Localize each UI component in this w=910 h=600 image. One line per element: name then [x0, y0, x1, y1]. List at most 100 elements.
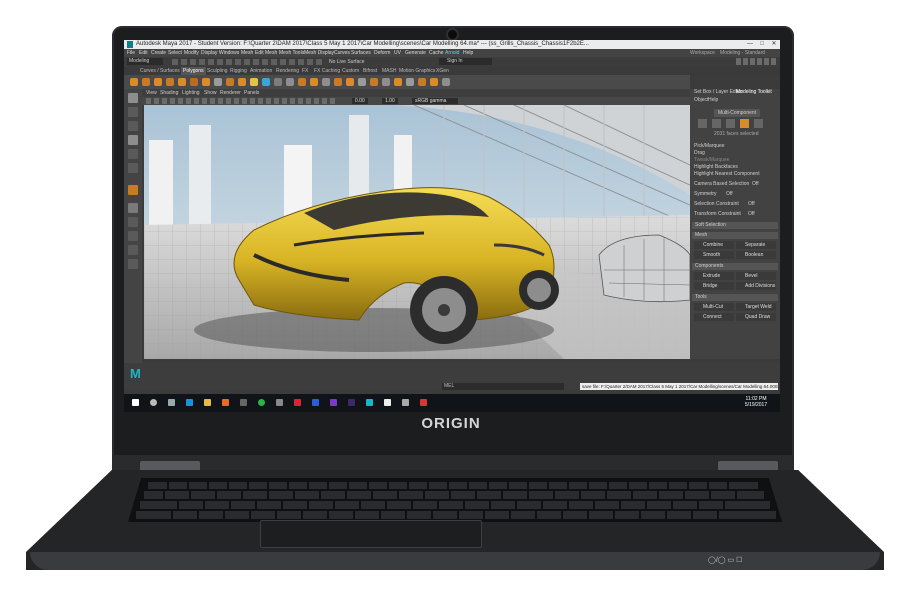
status-line-tools[interactable] — [172, 59, 322, 65]
acrobat-icon[interactable] — [294, 399, 301, 406]
after-effects-icon[interactable] — [348, 399, 355, 406]
task-view-icon[interactable] — [168, 399, 175, 406]
extrude-icon[interactable] — [322, 78, 330, 86]
windows-start-icon[interactable] — [132, 399, 139, 406]
photoshop-icon[interactable] — [312, 399, 319, 406]
shelf-tab-sculpting[interactable]: Sculpting — [207, 67, 228, 75]
shelf-tab-custom[interactable]: Custom — [342, 67, 359, 75]
separate-button[interactable]: Separate — [736, 241, 776, 249]
target-weld-button[interactable]: Target Weld — [736, 303, 776, 311]
touchpad[interactable] — [260, 520, 482, 548]
exposure-field[interactable]: 0.00 — [352, 98, 368, 104]
keyboard[interactable] — [128, 478, 782, 522]
render-view-icon[interactable] — [128, 185, 138, 195]
object-mode-icon[interactable] — [698, 119, 707, 128]
combine-button[interactable]: Combine — [694, 241, 734, 249]
platonic-icon[interactable] — [214, 78, 222, 86]
live-surface-field[interactable]: No Live Surface — [329, 58, 365, 66]
outliner-icon[interactable] — [128, 259, 138, 269]
menu-surfaces[interactable]: Surfaces — [351, 49, 371, 57]
edge-icon[interactable] — [186, 399, 193, 406]
menu-arnold[interactable]: Arnold — [445, 49, 459, 57]
connect-button[interactable]: Connect — [694, 313, 734, 321]
shelf-tab-polygons[interactable]: Polygons — [181, 67, 206, 75]
single-perspective-layout-icon[interactable] — [128, 203, 138, 213]
add-divisions-button[interactable]: Add Divisions — [736, 282, 776, 290]
shelf-tab-motion-graphics[interactable]: Motion Graphics — [399, 67, 435, 75]
viewport-menu-view[interactable]: View — [146, 89, 157, 97]
multi-component-button[interactable]: Multi-Component — [714, 109, 761, 117]
highlight-backfaces-checkbox[interactable]: Highlight Backfaces — [694, 164, 738, 170]
viewport-menu-show[interactable]: Show — [204, 89, 217, 97]
move-tool-icon[interactable] — [128, 135, 138, 145]
separate-icon[interactable] — [286, 78, 294, 86]
smooth-icon[interactable] — [298, 78, 306, 86]
quad-draw-icon[interactable] — [406, 78, 414, 86]
menu-modify[interactable]: Modify — [184, 49, 199, 57]
menu-display[interactable]: Display — [201, 49, 217, 57]
panel-toggle-icons[interactable] — [736, 58, 776, 65]
append-icon[interactable] — [358, 78, 366, 86]
quad-draw-button[interactable]: Quad Draw — [736, 313, 776, 321]
menu-cache[interactable]: Cache — [429, 49, 443, 57]
premiere-icon[interactable] — [330, 399, 337, 406]
sphere-icon[interactable] — [130, 78, 138, 86]
rotate-tool-icon[interactable] — [128, 149, 138, 159]
app-red-icon[interactable] — [420, 399, 427, 406]
viewport-toolbar-icons[interactable] — [146, 98, 336, 104]
taskbar-clock[interactable]: 11:02 PM 5/19/2017 — [736, 396, 776, 408]
extrude-button[interactable]: Extrude — [694, 272, 734, 280]
svg-icon[interactable] — [262, 78, 270, 86]
smooth-button[interactable]: Smooth — [694, 251, 734, 259]
torus-icon[interactable] — [178, 78, 186, 86]
file-explorer-icon[interactable] — [204, 399, 211, 406]
menu-mesh[interactable]: Mesh — [241, 49, 253, 57]
cylinder-icon[interactable] — [154, 78, 162, 86]
sign-in-button[interactable]: Sign In — [439, 58, 492, 65]
paint-select-tool-icon[interactable] — [128, 121, 138, 131]
maximize-button[interactable]: □ — [756, 40, 768, 49]
menu-select[interactable]: Select — [168, 49, 182, 57]
menu-edit-mesh[interactable]: Edit Mesh — [255, 49, 277, 57]
menu-windows[interactable]: Windows — [219, 49, 239, 57]
camera-based-selection-value[interactable]: Off — [752, 181, 759, 187]
panel-menu-object[interactable]: Object — [694, 97, 708, 103]
plane-icon[interactable] — [190, 78, 198, 86]
menu-file[interactable]: File — [127, 49, 135, 57]
menu-help[interactable]: Help — [463, 49, 473, 57]
bridge-icon[interactable] — [346, 78, 354, 86]
shelf-tab-animation[interactable]: Animation — [250, 67, 272, 75]
perspective-outliner-layout-icon[interactable] — [128, 231, 138, 241]
shelf-tab-rendering[interactable]: Rendering — [276, 67, 299, 75]
soft-selection-header[interactable]: Soft Selection — [692, 222, 778, 229]
uv-mode-icon[interactable] — [754, 119, 763, 128]
multi-cut-icon[interactable] — [382, 78, 390, 86]
vertex-mode-icon[interactable] — [712, 119, 721, 128]
uv-editor-icon[interactable] — [418, 78, 426, 86]
shelf-tab-fx-caching[interactable]: FX Caching — [314, 67, 340, 75]
shelf-tab-fx[interactable]: FX — [302, 67, 308, 75]
menu-edit[interactable]: Edit — [139, 49, 148, 57]
highlight-nearest-checkbox[interactable]: Highlight Nearest Component — [694, 171, 760, 177]
shelf-tab-rigging[interactable]: Rigging — [230, 67, 247, 75]
bevel-icon[interactable] — [334, 78, 342, 86]
mel-command-field[interactable]: MEL — [442, 383, 564, 390]
app-icon[interactable] — [402, 399, 409, 406]
viewport-menu-shading[interactable]: Shading — [160, 89, 178, 97]
menu-curves[interactable]: Curves — [334, 49, 350, 57]
four-view-layout-icon[interactable] — [128, 217, 138, 227]
spotify-icon[interactable] — [258, 399, 265, 406]
type-icon[interactable] — [250, 78, 258, 86]
multi-cut-button[interactable]: Multi-Cut — [694, 303, 734, 311]
menu-mesh-tools[interactable]: Mesh Tools — [279, 49, 304, 57]
shelf-tab-xgen[interactable]: XGen — [436, 67, 449, 75]
bevel-button[interactable]: Bevel — [736, 272, 776, 280]
viewport-menu-lighting[interactable]: Lighting — [182, 89, 200, 97]
pyramid-icon[interactable] — [226, 78, 234, 86]
workspace-select[interactable]: Modeling - Standard — [720, 49, 765, 57]
shelf-tab-mash[interactable]: MASH — [382, 67, 396, 75]
drag-option[interactable]: Drag — [694, 150, 705, 156]
scale-tool-icon[interactable] — [128, 163, 138, 173]
settings-icon[interactable] — [276, 399, 283, 406]
selection-constraint-dropdown[interactable]: Off — [748, 201, 755, 207]
